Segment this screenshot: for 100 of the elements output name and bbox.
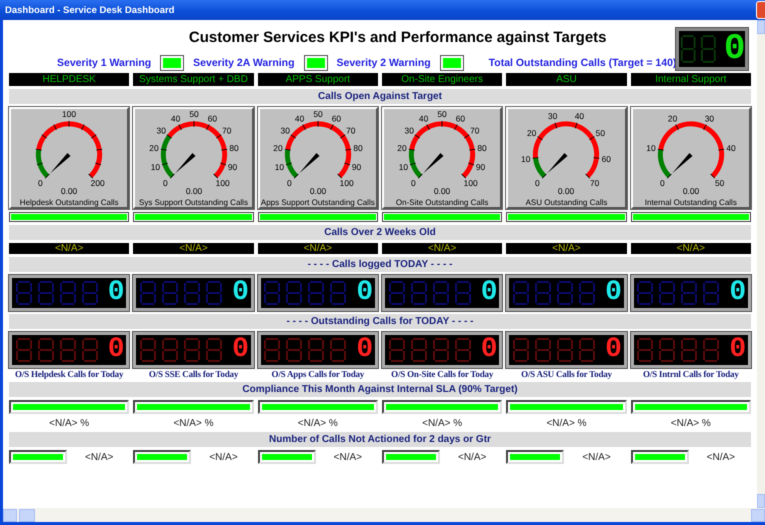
scale-label: 200 (90, 178, 105, 188)
scale-label: 90 (476, 162, 486, 172)
needle-icon (174, 152, 196, 174)
counter-value: 0 (232, 279, 249, 307)
counter-value: 0 (108, 336, 125, 364)
close-button[interactable] (756, 1, 765, 19)
horizontal-scrollbar[interactable] (3, 508, 765, 522)
scale-label: 0 (286, 178, 292, 188)
section-heading: Calls Open Against Target (9, 89, 751, 104)
scale-label: 60 (456, 113, 466, 124)
counter-value: 0 (480, 336, 498, 364)
scale-label: 100 (340, 178, 354, 188)
count-label: <N/A> (506, 243, 627, 254)
count-label: <N/A> (133, 243, 254, 254)
scale-label: 80 (228, 143, 238, 154)
percent-label: <N/A> % (545, 418, 588, 429)
percent-label: <N/A> % (670, 418, 712, 429)
team-label: APPS Support (258, 73, 378, 86)
scale-label: 20 (273, 143, 282, 154)
scale-label: 90 (352, 162, 362, 172)
count-label: <N/A> (630, 243, 751, 254)
count-label: <N/A> (382, 243, 502, 254)
counter-value: 0 (729, 336, 746, 364)
scale-label: 40 (294, 113, 304, 124)
warning-label: Severity 2 Warning (336, 56, 431, 68)
section-heading: Compliance This Month Against Internal SLA (90% Target) (9, 382, 751, 397)
count-label: <N/A> (582, 452, 611, 462)
count-label: <N/A> (458, 452, 486, 462)
needle-icon (548, 152, 568, 174)
count-label: <N/A> (334, 452, 362, 462)
counter-value: 0 (605, 279, 622, 307)
gauge-caption: On-Site Outstanding Calls (396, 198, 488, 207)
scale-label: 10 (150, 162, 160, 172)
vertical-scrollbar[interactable] (757, 20, 765, 508)
warning-label: Severity 1 Warning (57, 56, 152, 68)
scale-label: 50 (313, 109, 322, 119)
counter-caption: O/S SSE Calls for Today (148, 369, 240, 379)
gauge-caption: Helpdesk Outstanding Calls (20, 198, 119, 207)
scroll-right-icon[interactable] (751, 508, 765, 522)
gauge-caption: Sys Support Outstanding Calls (139, 198, 248, 207)
team-label: ASU (506, 73, 627, 86)
scale-label: 100 (464, 178, 478, 188)
scale-label: 40 (726, 143, 736, 154)
count-label: <N/A> (706, 452, 735, 462)
team-label: Internal Support (630, 73, 751, 86)
gauge-reading: 0.00 (185, 186, 202, 196)
scale-label: 100 (215, 178, 230, 188)
gauge-reading: 0.00 (310, 186, 326, 196)
scale-label: 90 (227, 162, 237, 172)
scale-label: 70 (590, 178, 600, 188)
scale-label: 50 (188, 109, 198, 119)
scale-label: 40 (575, 111, 585, 122)
gauge-reading: 0.00 (682, 186, 699, 196)
scale-label: 30 (156, 126, 166, 136)
gauge-reading: 0.00 (61, 186, 78, 196)
team-label: HELPDESK (9, 73, 130, 86)
needle-icon (298, 152, 320, 174)
needle-icon (423, 152, 444, 174)
scroll-down-icon[interactable] (757, 494, 765, 508)
counter-caption: O/S Helpdesk Calls for Today (14, 369, 124, 379)
scale-label: 60 (602, 154, 612, 164)
counter-value: 0 (356, 336, 374, 364)
count-label: <N/A> (85, 452, 114, 462)
scale-label: 60 (332, 113, 341, 124)
count-label: <N/A> (258, 243, 378, 254)
scale-label: 10 (522, 154, 531, 164)
scale-label: 70 (346, 126, 356, 136)
scale-label: 10 (274, 162, 284, 172)
scroll-up-icon[interactable] (757, 20, 765, 34)
gauge-caption: Apps Support Outstanding Calls (260, 198, 375, 207)
count-label: <N/A> (209, 452, 238, 462)
scale-label: 10 (646, 143, 656, 154)
percent-label: <N/A> % (421, 418, 464, 429)
counter-caption: O/S Apps Calls for Today (270, 369, 366, 379)
counter-value: 0 (356, 279, 374, 307)
gauge-reading: 0.00 (434, 186, 450, 196)
counter-value: 0 (108, 279, 125, 307)
scale-label: 30 (404, 126, 414, 136)
gauge-dial-drawing (657, 121, 724, 179)
scale-label: 40 (170, 113, 180, 124)
scale-label: 0 (411, 178, 416, 188)
counter-value: 0 (729, 279, 746, 307)
scroll-left-icon[interactable] (3, 508, 17, 522)
scale-label: 50 (596, 128, 606, 138)
section-heading: Number of Calls Not Actioned for 2 days or Gtr (9, 432, 751, 447)
counter-value: 0 (232, 336, 249, 364)
scroll-thumb[interactable] (19, 508, 35, 522)
counter-caption: O/S On-Site Calls for Today (390, 369, 494, 379)
scale-label: 30 (704, 113, 714, 124)
scale-label: 0 (38, 178, 43, 188)
scale-label: 70 (470, 126, 480, 136)
scale-label: 80 (353, 143, 363, 154)
counter-value: 0 (480, 279, 498, 307)
scale-label: 20 (397, 143, 407, 154)
counter-value: 0 (724, 31, 746, 67)
section-heading: Calls Over 2 Weeks Old (9, 225, 751, 240)
team-label: Systems Support + DBD (133, 73, 254, 86)
scale-label: 50 (714, 178, 724, 188)
count-label: <N/A> (9, 243, 130, 254)
scale-label: 0 (535, 178, 540, 188)
